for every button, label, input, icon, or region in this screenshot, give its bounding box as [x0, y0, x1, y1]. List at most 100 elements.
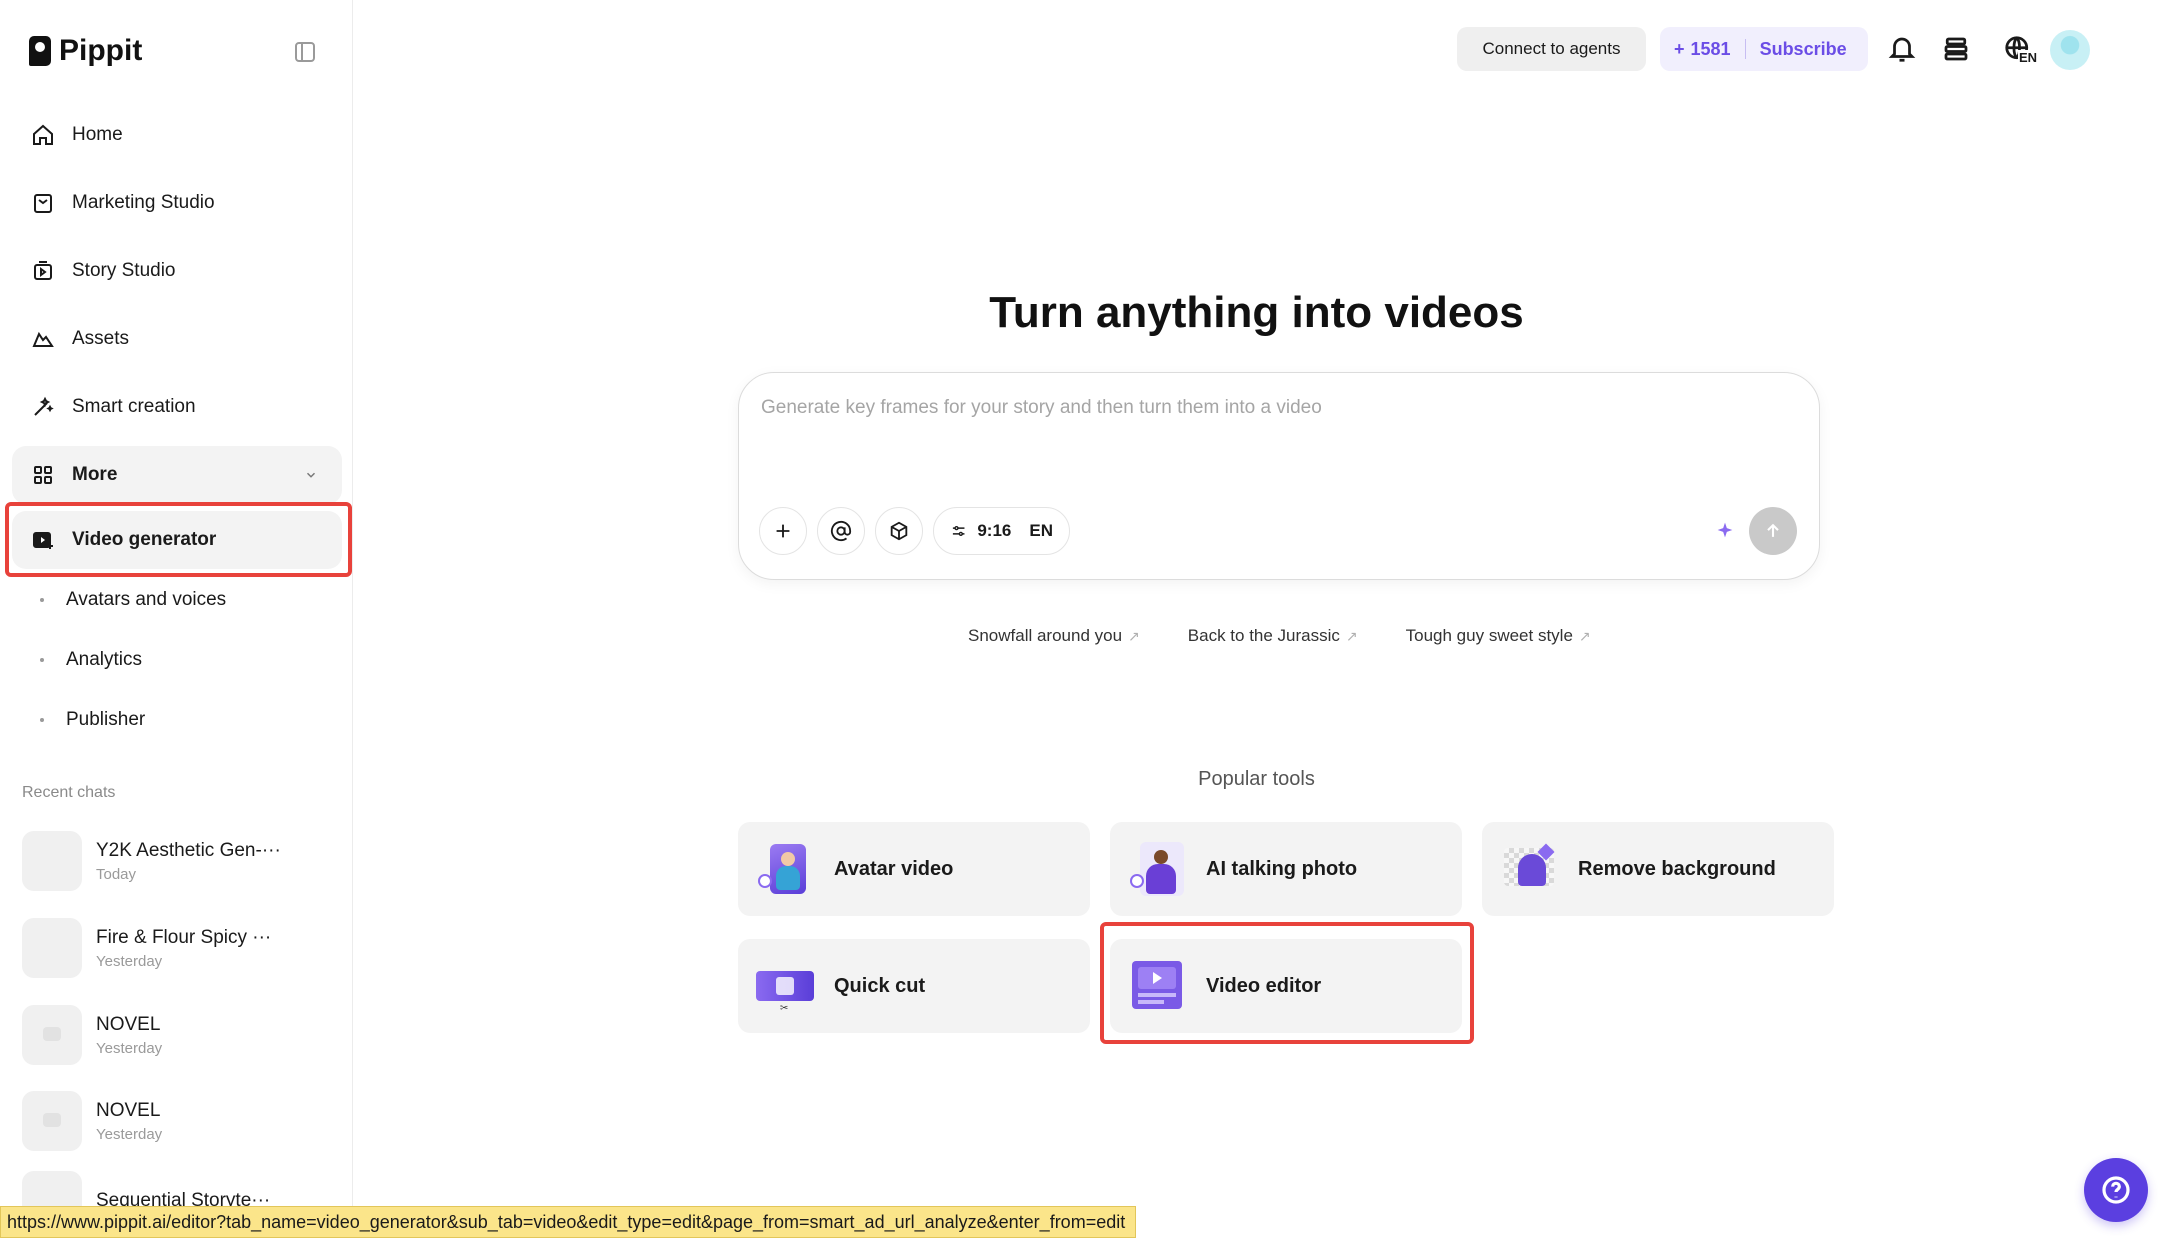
sidebar-item-label: Video generator — [72, 529, 217, 550]
question-icon — [2102, 1176, 2130, 1204]
recent-chat-item[interactable]: Fire & Flour Spicy ··· Yesterday — [22, 917, 332, 979]
app-logo[interactable]: Pippit — [29, 34, 142, 68]
arrow-up-right-icon: ↗ — [1128, 627, 1140, 644]
talking-photo-icon — [1128, 840, 1186, 898]
chat-time: Yesterday — [96, 1125, 163, 1143]
recent-chat-item[interactable]: NOVEL Yesterday — [22, 1090, 332, 1152]
recent-chat-item[interactable]: Y2K Aesthetic Gen-··· Today — [22, 830, 332, 892]
sidebar-item-marketing-studio[interactable]: Marketing Studio — [12, 174, 342, 232]
sidebar-item-video-generator[interactable]: Video generator — [12, 511, 342, 569]
sidebar-item-label: Smart creation — [72, 396, 196, 417]
chat-title: Fire & Flour Spicy ··· — [96, 926, 272, 948]
cloud-icon — [30, 326, 56, 352]
sidebar-item-assets[interactable]: Assets — [12, 310, 342, 368]
sidebar-subitem-publisher[interactable]: Publisher — [40, 700, 145, 740]
suggestion-chip[interactable]: Snowfall around you ↗ — [968, 626, 1140, 646]
language-value: EN — [1029, 521, 1053, 540]
help-button[interactable] — [2084, 1158, 2148, 1222]
film-icon — [30, 258, 56, 284]
arrow-up-right-icon: ↗ — [1345, 627, 1358, 644]
chat-title: Y2K Aesthetic Gen-··· — [96, 839, 281, 861]
language-badge: EN — [2018, 50, 2039, 65]
sidebar-item-label: Assets — [72, 328, 130, 349]
suggestion-chip[interactable]: Back to the Jurassic ↗ — [1188, 626, 1358, 646]
aspect-ratio-value: 9:16 — [977, 521, 1012, 540]
prompt-input[interactable] — [761, 397, 1761, 419]
language-globe-icon[interactable]: EN — [1996, 32, 2040, 66]
remove-background-icon — [1500, 840, 1558, 898]
suggestion-chips: Snowfall around you ↗ Back to the Jurassi… — [968, 626, 1591, 646]
chat-time: Yesterday — [96, 1039, 163, 1057]
chat-time: Yesterday — [96, 952, 163, 970]
sidebar-subitem-label: Publisher — [66, 709, 146, 730]
calendar-icon — [30, 190, 56, 216]
divider — [1744, 39, 1746, 59]
chat-title: NOVEL — [96, 1013, 161, 1035]
sidebar-subitem-label: Avatars and voices — [66, 589, 227, 610]
send-button[interactable] — [1749, 507, 1797, 555]
tool-label: AI talking photo — [1206, 857, 1358, 880]
connect-agents-button[interactable]: Connect to agents — [1457, 27, 1646, 71]
bullet-dot — [40, 718, 44, 722]
arrow-up-icon — [1767, 523, 1779, 537]
suggestion-label: Tough guy sweet style — [1405, 626, 1573, 645]
tool-label: Remove background — [1578, 857, 1776, 880]
recent-chat-item[interactable]: NOVEL Yesterday — [22, 1004, 332, 1066]
sidebar-item-label: Story Studio — [72, 260, 176, 281]
sidebar-item-smart-creation[interactable]: Smart creation — [12, 378, 342, 436]
video-editor-icon — [1128, 957, 1186, 1015]
pippit-logo-icon — [29, 36, 51, 66]
at-sign-icon — [830, 520, 852, 542]
video-plus-icon — [30, 527, 56, 553]
sidebar: Pippit Home Marketing Studio Story Studi… — [0, 0, 353, 1238]
tool-remove-background[interactable]: Remove background — [1482, 822, 1834, 916]
quick-cut-icon: ✂ — [756, 957, 814, 1015]
model-select-button[interactable] — [875, 507, 923, 555]
bell-icon[interactable] — [1885, 32, 1919, 66]
sidebar-more-toggle[interactable]: More — [12, 446, 342, 504]
user-avatar[interactable] — [2050, 30, 2090, 70]
sidebar-item-home[interactable]: Home — [12, 106, 342, 164]
chat-placeholder-icon — [22, 1005, 82, 1065]
tool-video-editor[interactable]: Video editor — [1110, 939, 1462, 1033]
tool-ai-talking-photo[interactable]: AI talking photo — [1110, 822, 1462, 916]
tool-label: Quick cut — [834, 974, 926, 997]
credits-plus: + — [1674, 38, 1685, 59]
prompt-box: 9:16 EN — [738, 372, 1820, 580]
video-settings-button[interactable]: 9:16 EN — [933, 507, 1070, 555]
credits-subscribe-button[interactable]: + 1581 Subscribe — [1660, 27, 1868, 71]
subscribe-label: Subscribe — [1759, 38, 1847, 59]
chat-time: Today — [96, 865, 137, 883]
tool-avatar-video[interactable]: Avatar video — [738, 822, 1090, 916]
home-icon — [30, 122, 56, 148]
popular-tools-title: Popular tools — [1198, 768, 1315, 790]
credits-count: 1581 — [1690, 38, 1731, 59]
chat-title: NOVEL — [96, 1099, 161, 1121]
sidebar-item-label: Home — [72, 124, 123, 145]
sparkle-icon[interactable] — [1714, 519, 1736, 541]
status-bar-url: https://www.pippit.ai/editor?tab_name=vi… — [0, 1206, 1137, 1238]
sidebar-item-label: Marketing Studio — [72, 192, 215, 213]
sidebar-item-story-studio[interactable]: Story Studio — [12, 242, 342, 300]
chat-thumbnail — [22, 831, 82, 891]
cube-icon — [890, 521, 908, 541]
mention-button[interactable] — [817, 507, 865, 555]
suggestion-label: Snowfall around you — [968, 626, 1123, 645]
sidebar-subitem-avatars-voices[interactable]: Avatars and voices — [40, 580, 226, 620]
suggestion-label: Back to the Jurassic — [1187, 626, 1340, 645]
app-name: Pippit — [59, 34, 143, 67]
chat-placeholder-icon — [22, 1091, 82, 1151]
add-attachment-button[interactable] — [759, 507, 807, 555]
tool-label: Video editor — [1206, 974, 1322, 997]
chevron-down-icon — [306, 472, 316, 478]
magic-wand-icon — [30, 394, 56, 420]
sidebar-more-label: More — [72, 464, 118, 485]
page-title: Turn anything into videos — [989, 288, 1524, 337]
bullet-dot — [40, 598, 44, 602]
sidebar-subitem-analytics[interactable]: Analytics — [40, 640, 142, 680]
tool-quick-cut[interactable]: ✂ Quick cut — [738, 939, 1090, 1033]
layers-icon[interactable] — [1939, 32, 1973, 66]
suggestion-chip[interactable]: Tough guy sweet style ↗ — [1406, 626, 1591, 646]
arrow-up-right-icon: ↗ — [1578, 627, 1591, 644]
sidebar-collapse-icon[interactable] — [295, 42, 315, 62]
